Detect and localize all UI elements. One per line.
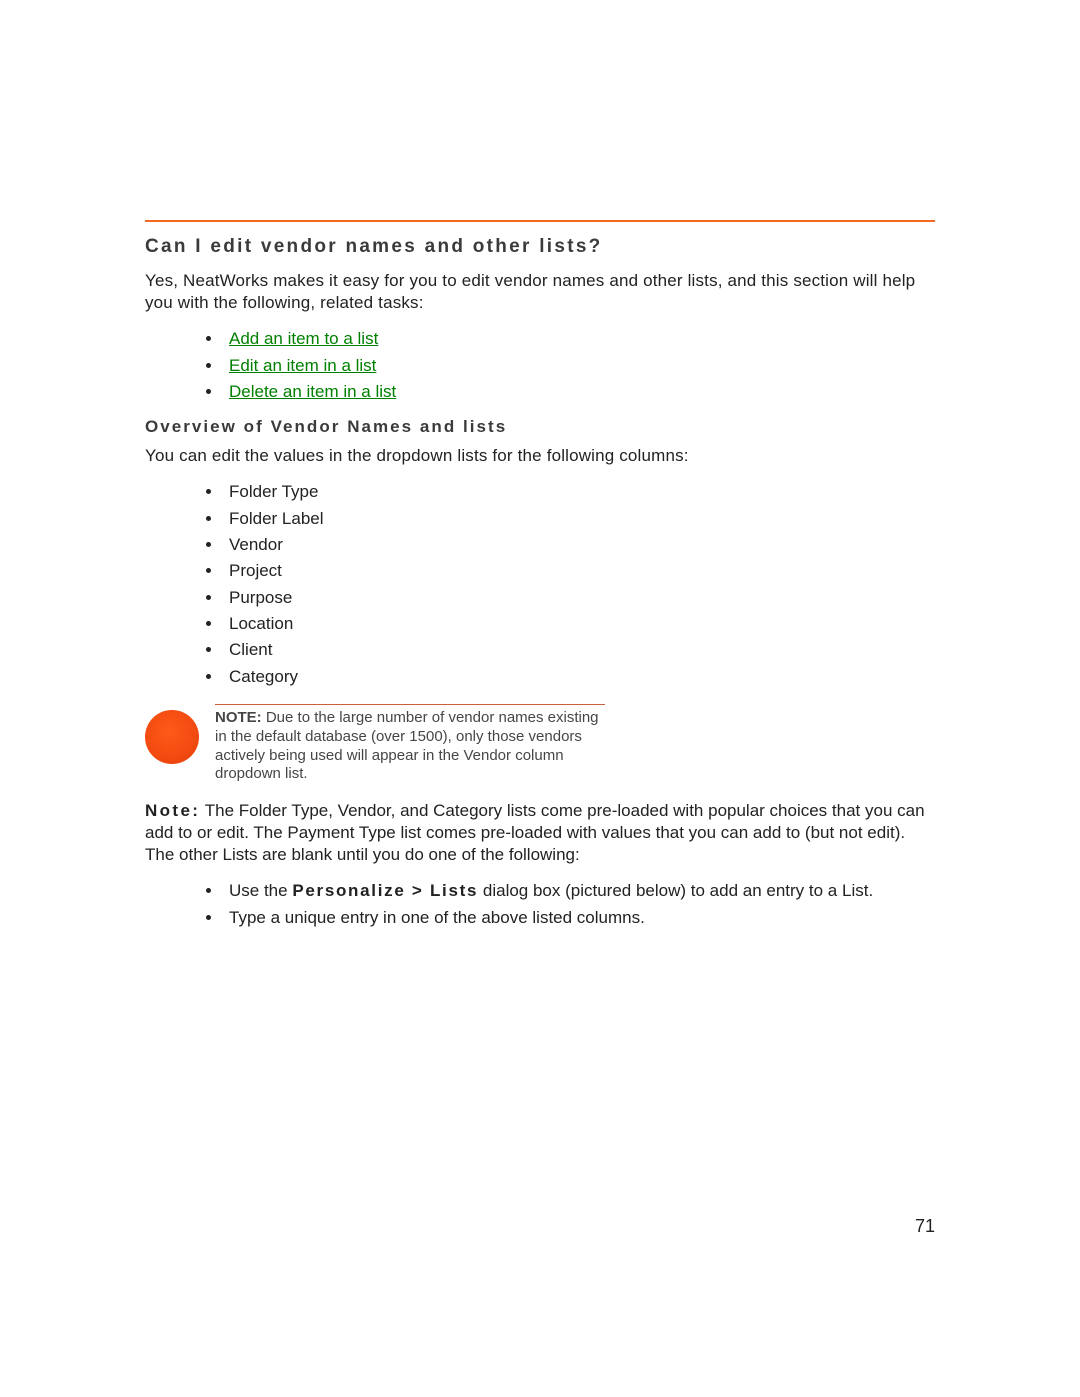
add-item-link[interactable]: Add an item to a list (229, 329, 378, 348)
list-item: Use the Personalize > Lists dialog box (… (223, 878, 935, 904)
list-item: Client (223, 637, 935, 663)
list-item: Project (223, 558, 935, 584)
document-page: Can I edit vendor names and other lists?… (0, 0, 1080, 1397)
edit-item-link[interactable]: Edit an item in a list (229, 356, 376, 375)
note-text: Due to the large number of vendor names … (215, 709, 599, 782)
note-text: The Folder Type, Vendor, and Category li… (145, 801, 925, 864)
note-callout-body: NOTE: Due to the large number of vendor … (215, 704, 605, 784)
secondary-note: Note: The Folder Type, Vendor, and Categ… (145, 800, 935, 866)
list-item: Vendor (223, 532, 935, 558)
action-text-pre: Use the (229, 881, 292, 900)
intro-paragraph: Yes, NeatWorks makes it easy for you to … (145, 270, 935, 314)
note-callout: NOTE: Due to the large number of vendor … (145, 704, 605, 784)
section-heading: Can I edit vendor names and other lists? (145, 236, 935, 258)
list-item: Type a unique entry in one of the above … (223, 905, 935, 931)
action-text-post: dialog box (pictured below) to add an en… (478, 881, 873, 900)
note-label: Note: (145, 801, 200, 820)
overview-heading: Overview of Vendor Names and lists (145, 417, 935, 437)
page-number: 71 (915, 1216, 935, 1237)
list-item: Delete an item in a list (223, 379, 935, 405)
list-item: Add an item to a list (223, 326, 935, 352)
list-item: Category (223, 664, 935, 690)
delete-item-link[interactable]: Delete an item in a list (229, 382, 396, 401)
task-link-list: Add an item to a list Edit an item in a … (145, 326, 935, 405)
list-item: Folder Type (223, 479, 935, 505)
action-list: Use the Personalize > Lists dialog box (… (145, 878, 935, 931)
list-item: Folder Label (223, 506, 935, 532)
list-item: Location (223, 611, 935, 637)
overview-intro: You can edit the values in the dropdown … (145, 445, 935, 467)
menu-path: Personalize > Lists (292, 881, 478, 900)
list-item: Edit an item in a list (223, 353, 935, 379)
list-item: Purpose (223, 585, 935, 611)
note-label: NOTE: (215, 709, 262, 726)
note-dot-icon (145, 710, 199, 764)
section-rule (145, 220, 935, 222)
column-list: Folder Type Folder Label Vendor Project … (145, 479, 935, 690)
